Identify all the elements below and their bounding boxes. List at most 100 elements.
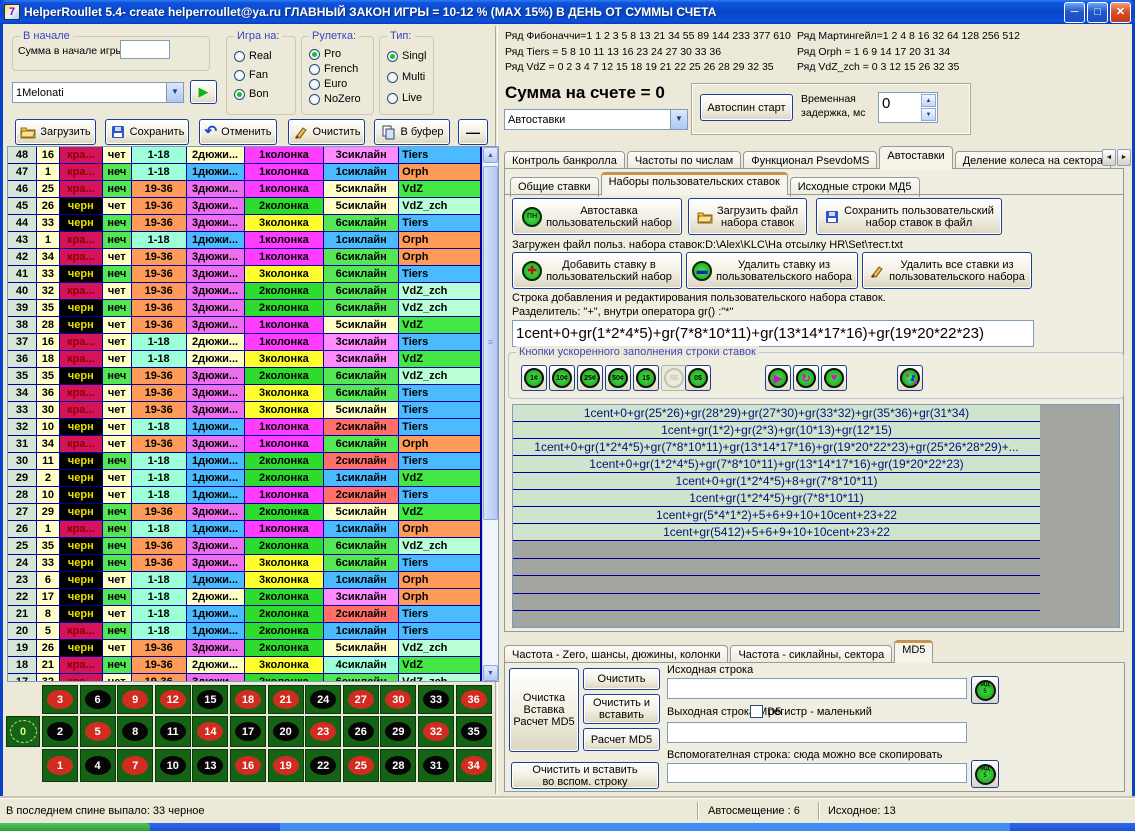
add-stake-button[interactable]: ✚ Добавить ставку в пользовательский наб… — [512, 252, 682, 289]
board-cell-36[interactable]: 36 — [456, 685, 492, 714]
windows-taskbar[interactable] — [0, 823, 1135, 831]
set-list-item[interactable]: 1cent+gr(1*2)+gr(2*3)+gr(10*13)+gr(12*15… — [513, 422, 1119, 439]
mode-combo[interactable]: Автоставки ▼ — [504, 109, 688, 130]
spinner-up-icon[interactable]: ▲ — [921, 94, 936, 107]
board-cell-26[interactable]: 26 — [343, 716, 379, 747]
radio-option-Live[interactable]: Live — [387, 92, 431, 104]
board-cell-11[interactable]: 11 — [155, 716, 191, 747]
radio-option-Euro[interactable]: Euro — [309, 78, 371, 90]
board-cell-31[interactable]: 31 — [418, 749, 454, 782]
radio-option-NoZero[interactable]: NoZero — [309, 93, 371, 105]
board-cell-32[interactable]: 32 — [418, 716, 454, 747]
radio-option-Bon[interactable]: Bon — [234, 88, 293, 100]
md5-output-input[interactable] — [667, 722, 967, 743]
start-sum-input[interactable] — [120, 40, 170, 59]
set-list-item[interactable]: 1cent+0+gr(25*26)+gr(28*29)+gr(27*30)+gr… — [513, 405, 1119, 422]
board-cell-14[interactable]: 14 — [192, 716, 228, 747]
md5-clear-paste-aux-button[interactable]: Очистить и вставить во вспом. строку — [511, 762, 659, 789]
board-cell-35[interactable]: 35 — [456, 716, 492, 747]
spinner-down-icon[interactable]: ▼ — [921, 108, 936, 121]
collapse-button[interactable]: — — [458, 119, 488, 145]
md5-aux-calc-button[interactable]: МД5 — [971, 760, 999, 788]
set-list-item[interactable]: 1cent+0+gr(1*2*4*5)+gr(7*8*10*11)+gr(13*… — [513, 439, 1119, 456]
board-cell-29[interactable]: 29 — [380, 716, 416, 747]
board-cell-1[interactable]: 1 — [42, 749, 78, 782]
radio-option-Singl[interactable]: Singl — [387, 50, 431, 62]
board-cell-10[interactable]: 10 — [155, 749, 191, 782]
bottom-tab-2[interactable]: MD5 — [894, 640, 933, 663]
scrollbar-thumb[interactable]: ≡ — [483, 166, 498, 520]
board-cell-3[interactable]: 3 — [42, 685, 78, 714]
board-cell-30[interactable]: 30 — [380, 685, 416, 714]
delete-all-stakes-button[interactable]: Удалить все ставки из пользовательского … — [862, 252, 1032, 289]
md5-source-input[interactable] — [667, 678, 967, 699]
radio-option-Multi[interactable]: Multi — [387, 71, 431, 83]
radio-option-French[interactable]: French — [309, 63, 371, 75]
md5-clear-paste-calc-button[interactable]: Очистка Вставка Расчет MD5 — [509, 668, 579, 752]
taskbar-app-button[interactable] — [280, 823, 1010, 831]
quick-coin-button-0$[interactable]: 0$ — [685, 365, 711, 391]
autostake-user-set-button[interactable]: ПН Автоставка пользовательский набор — [512, 198, 682, 235]
board-cell-21[interactable]: 21 — [268, 685, 304, 714]
quick-action-button-scatter-icon[interactable] — [897, 365, 923, 391]
board-cell-4[interactable]: 4 — [80, 749, 116, 782]
quick-coin-button-1¢[interactable]: 1¢ — [521, 365, 547, 391]
delete-stake-button[interactable]: ▬ Удалить ставку из пользовательского на… — [686, 252, 858, 289]
set-list-item[interactable]: 1cent+0+gr(1*2*4*5)+gr(7*8*10*11)+gr(13*… — [513, 456, 1119, 473]
tab-scroll-right-icon[interactable]: ► — [1117, 149, 1131, 166]
quick-coin-button-10¢[interactable]: 10¢ — [549, 365, 575, 391]
quick-action-button-heart-icon[interactable]: ♥ — [821, 365, 847, 391]
board-cell-24[interactable]: 24 — [305, 685, 341, 714]
board-cell-19[interactable]: 19 — [268, 749, 304, 782]
quick-coin-button-25¢[interactable]: 25¢ — [577, 365, 603, 391]
board-cell-20[interactable]: 20 — [268, 716, 304, 747]
load-button[interactable]: Загрузить — [15, 119, 96, 145]
md5-clear-button[interactable]: Очистить — [583, 668, 660, 690]
board-cell-25[interactable]: 25 — [343, 749, 379, 782]
board-cell-28[interactable]: 28 — [380, 749, 416, 782]
board-cell-12[interactable]: 12 — [155, 685, 191, 714]
chevron-down-icon[interactable]: ▼ — [670, 110, 687, 129]
quick-coin-button-50¢[interactable]: 50¢ — [605, 365, 631, 391]
md5-calc-button[interactable]: Расчет MD5 — [583, 728, 660, 751]
md5-source-calc-button[interactable]: МД5 — [971, 676, 999, 704]
tab-scroll-left-icon[interactable]: ◄ — [1102, 149, 1116, 166]
main-tab-3[interactable]: Автоставки — [879, 146, 952, 169]
load-set-file-button[interactable]: Загрузить файл набора ставок — [688, 198, 807, 235]
board-cell-0[interactable]: 0 — [6, 716, 40, 747]
board-cell-5[interactable]: 5 — [80, 716, 116, 747]
play-button[interactable]: ▶ — [190, 80, 217, 104]
maximize-button[interactable]: □ — [1087, 2, 1108, 23]
board-cell-2[interactable]: 2 — [42, 716, 78, 747]
board-cell-9[interactable]: 9 — [117, 685, 153, 714]
radio-option-Pro[interactable]: Pro — [309, 48, 371, 60]
board-cell-33[interactable]: 33 — [418, 685, 454, 714]
save-set-file-button[interactable]: Сохранить пользовательский набор ставок … — [816, 198, 1002, 235]
board-cell-6[interactable]: 6 — [80, 685, 116, 714]
board-cell-8[interactable]: 8 — [117, 716, 153, 747]
scroll-up-icon[interactable]: ▲ — [483, 147, 498, 163]
sub-tab-1[interactable]: Наборы пользовательских ставок — [601, 172, 788, 195]
board-cell-13[interactable]: 13 — [192, 749, 228, 782]
autospin-start-button[interactable]: Автоспин старт — [700, 94, 793, 121]
scroll-down-icon[interactable]: ▼ — [483, 665, 498, 681]
save-button[interactable]: Сохранить — [105, 119, 189, 145]
undo-button[interactable]: ↶Отменить — [199, 119, 277, 145]
md5-clear-paste-button[interactable]: Очистить и вставить — [583, 694, 660, 724]
start-button[interactable] — [0, 823, 150, 831]
chevron-down-icon[interactable]: ▼ — [166, 83, 183, 102]
board-cell-34[interactable]: 34 — [456, 749, 492, 782]
quick-action-button-play-icon[interactable]: ▶ — [765, 365, 791, 391]
clear-button[interactable]: Очистить — [288, 119, 365, 145]
quick-coin-button-1$[interactable]: 1$ — [633, 365, 659, 391]
md5-aux-input[interactable] — [667, 763, 967, 783]
to-clipboard-button[interactable]: В буфер — [374, 119, 450, 145]
preset-combo[interactable]: 1Melonati ▼ — [12, 82, 184, 103]
board-cell-16[interactable]: 16 — [230, 749, 266, 782]
board-cell-27[interactable]: 27 — [343, 685, 379, 714]
board-cell-15[interactable]: 15 — [192, 685, 228, 714]
set-list-item[interactable]: 1cent+gr(5412)+5+6+9+10+10cent+23+22 — [513, 524, 1119, 541]
lowercase-checkbox[interactable] — [750, 705, 763, 718]
board-cell-23[interactable]: 23 — [305, 716, 341, 747]
set-list-item[interactable]: 1cent+gr(1*2*4*5)+gr(7*8*10*11) — [513, 490, 1119, 507]
